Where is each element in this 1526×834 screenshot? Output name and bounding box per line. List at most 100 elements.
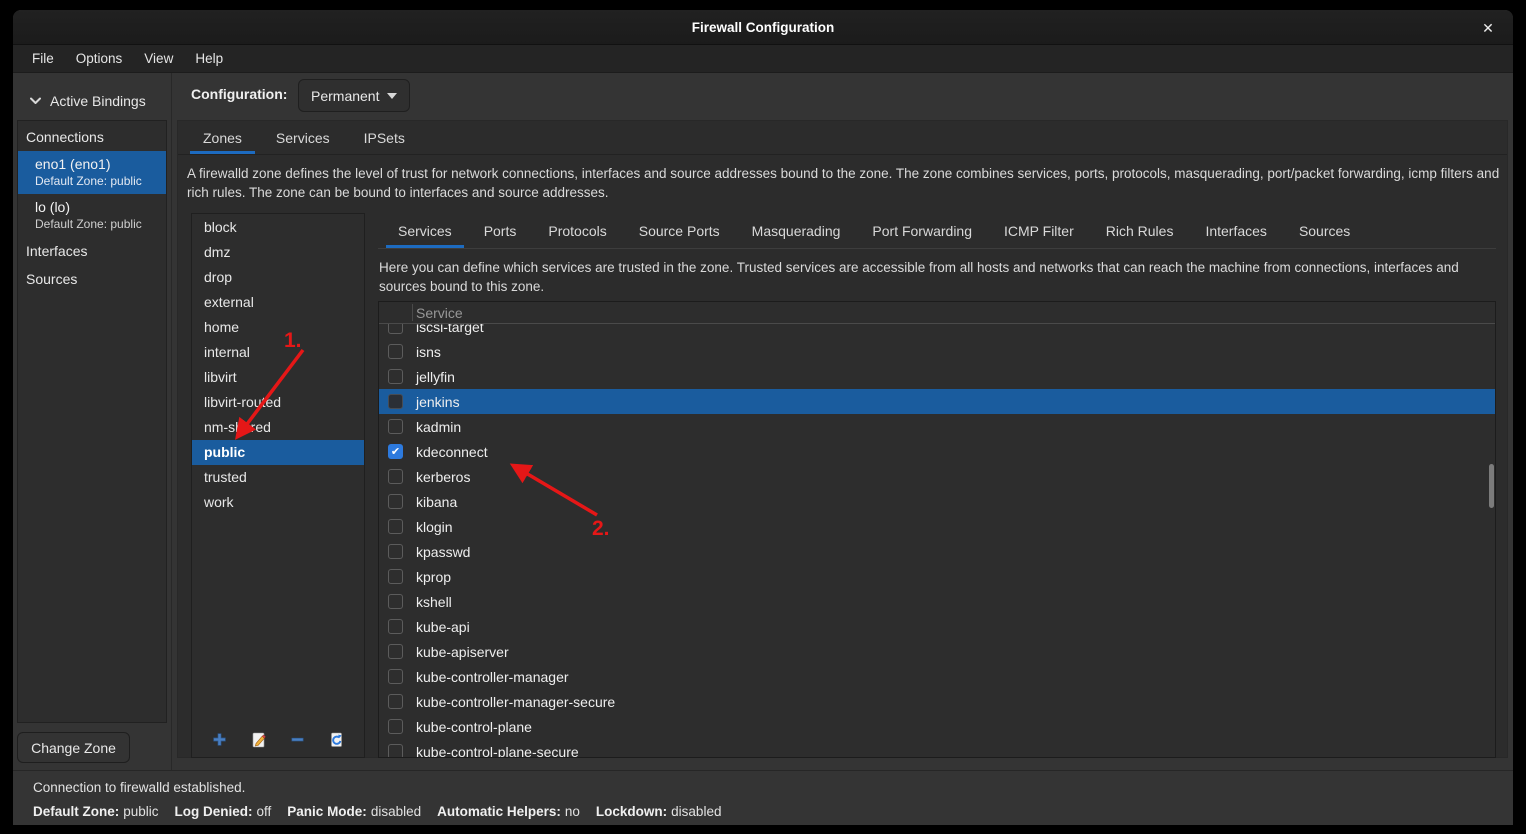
service-row[interactable]: kube-control-plane — [379, 714, 1495, 739]
tab-services[interactable]: Services — [259, 121, 347, 154]
service-checkbox[interactable]: ✔ — [388, 444, 403, 459]
service-row[interactable]: kibana — [379, 489, 1495, 514]
service-row[interactable]: jenkins — [379, 389, 1495, 414]
connection-name: lo (lo) — [35, 199, 166, 215]
service-row[interactable]: jellyfin — [379, 364, 1495, 389]
change-zone-button[interactable]: Change Zone — [17, 732, 130, 763]
service-checkbox[interactable] — [388, 494, 403, 509]
service-column-header: Service — [416, 305, 463, 321]
zone-detail-tab-ports[interactable]: Ports — [468, 213, 533, 248]
service-checkbox[interactable] — [388, 719, 403, 734]
service-checkbox[interactable] — [388, 394, 403, 409]
menu-item-help[interactable]: Help — [184, 45, 234, 72]
zone-detail-tab-protocols[interactable]: Protocols — [532, 213, 622, 248]
zone-detail-tab-rich-rules[interactable]: Rich Rules — [1090, 213, 1190, 248]
column-separator — [412, 304, 413, 321]
service-row[interactable]: isns — [379, 339, 1495, 364]
zone-detail-tab-interfaces[interactable]: Interfaces — [1189, 213, 1282, 248]
service-row[interactable]: kerberos — [379, 464, 1495, 489]
service-checkbox[interactable] — [388, 594, 403, 609]
service-name: kube-control-plane — [416, 719, 532, 735]
menu-item-view[interactable]: View — [133, 45, 184, 72]
zone-detail-tab-source-ports[interactable]: Source Ports — [623, 213, 736, 248]
edit-zone-button[interactable] — [247, 728, 271, 752]
service-checkbox[interactable] — [388, 324, 403, 334]
close-icon[interactable]: ✕ — [1477, 17, 1499, 39]
service-row[interactable]: kadmin — [379, 414, 1495, 439]
service-row[interactable]: kpasswd — [379, 539, 1495, 564]
remove-zone-button[interactable] — [286, 728, 310, 752]
zone-list-item[interactable]: dmz — [192, 240, 364, 265]
zone-list-item[interactable]: drop — [192, 265, 364, 290]
service-checkbox[interactable] — [388, 644, 403, 659]
services-table-header[interactable]: Service — [379, 302, 1495, 324]
zone-list-item[interactable]: libvirt — [192, 365, 364, 390]
zone-detail-tab-services[interactable]: Services — [382, 213, 468, 248]
service-checkbox[interactable] — [388, 344, 403, 359]
sidebar-item-interfaces[interactable]: Interfaces — [18, 237, 166, 265]
reload-zone-button[interactable] — [325, 728, 349, 752]
sidebar-item-sources[interactable]: Sources — [18, 265, 166, 293]
connections-header[interactable]: Connections — [18, 121, 166, 151]
dropdown-caret-icon — [387, 93, 397, 99]
service-row[interactable]: iscsi-target — [379, 324, 1495, 339]
zone-detail-tab-icmp-filter[interactable]: ICMP Filter — [988, 213, 1090, 248]
titlebar: Firewall Configuration ✕ — [13, 10, 1513, 45]
zone-list-item[interactable]: external — [192, 290, 364, 315]
zone-detail-tab-port-forwarding[interactable]: Port Forwarding — [856, 213, 988, 248]
service-checkbox[interactable] — [388, 544, 403, 559]
service-name: klogin — [416, 519, 453, 535]
reload-icon — [329, 732, 345, 748]
configuration-row: Configuration: Permanent — [172, 73, 1513, 120]
zone-list-item[interactable]: internal — [192, 340, 364, 365]
service-row[interactable]: ✔kdeconnect — [379, 439, 1495, 464]
zone-detail-tab-sources[interactable]: Sources — [1283, 213, 1366, 248]
zone-list-item[interactable]: home — [192, 315, 364, 340]
service-row[interactable]: kprop — [379, 564, 1495, 589]
menu-item-file[interactable]: File — [21, 45, 65, 72]
active-bindings-toggle[interactable]: Active Bindings — [30, 93, 146, 109]
service-row[interactable]: kube-controller-manager — [379, 664, 1495, 689]
zone-list-item[interactable]: work — [192, 490, 364, 515]
menu-item-options[interactable]: Options — [65, 45, 134, 72]
status-field-label: Lockdown: — [596, 804, 667, 819]
status-field: Lockdown:disabled — [596, 804, 722, 819]
service-row[interactable]: kube-control-plane-secure — [379, 739, 1495, 757]
service-checkbox[interactable] — [388, 469, 403, 484]
tab-ipsets[interactable]: IPSets — [347, 121, 422, 154]
chevron-down-icon — [30, 97, 41, 105]
service-checkbox[interactable] — [388, 569, 403, 584]
service-name: kube-apiserver — [416, 644, 509, 660]
zone-detail-tab-masquerading[interactable]: Masquerading — [736, 213, 857, 248]
service-row[interactable]: kube-apiserver — [379, 639, 1495, 664]
zone-list-item[interactable]: public — [192, 440, 364, 465]
services-table: Service iscsi-targetisns jellyfin jenkins k… — [378, 301, 1496, 758]
service-row[interactable]: kube-controller-manager-secure — [379, 689, 1495, 714]
service-checkbox[interactable] — [388, 619, 403, 634]
tab-zones[interactable]: Zones — [186, 121, 259, 154]
service-checkbox[interactable] — [388, 519, 403, 534]
zone-list-item[interactable]: block — [192, 215, 364, 240]
service-name: kadmin — [416, 419, 461, 435]
service-checkbox[interactable] — [388, 744, 403, 757]
zone-list-item[interactable]: nm-shared — [192, 415, 364, 440]
service-checkbox[interactable] — [388, 369, 403, 384]
connection-item[interactable]: eno1 (eno1)Default Zone: public — [18, 151, 166, 194]
zone-list-item[interactable]: libvirt-routed — [192, 390, 364, 415]
zone-toolbar — [192, 722, 364, 757]
add-zone-button[interactable] — [208, 728, 232, 752]
service-checkbox[interactable] — [388, 694, 403, 709]
connection-item[interactable]: lo (lo)Default Zone: public — [18, 194, 166, 237]
service-name: kube-api — [416, 619, 470, 635]
configuration-dropdown[interactable]: Permanent — [298, 79, 410, 112]
scrollbar-thumb[interactable] — [1489, 464, 1494, 508]
service-row[interactable]: klogin — [379, 514, 1495, 539]
service-row[interactable]: kube-api — [379, 614, 1495, 639]
zone-list-item[interactable]: trusted — [192, 465, 364, 490]
status-fields: Default Zone:publicLog Denied:offPanic M… — [33, 804, 721, 819]
service-checkbox[interactable] — [388, 419, 403, 434]
service-checkbox[interactable] — [388, 669, 403, 684]
service-row[interactable]: kshell — [379, 589, 1495, 614]
service-name: jellyfin — [416, 369, 455, 385]
services-description: Here you can define which services are t… — [379, 258, 1491, 296]
